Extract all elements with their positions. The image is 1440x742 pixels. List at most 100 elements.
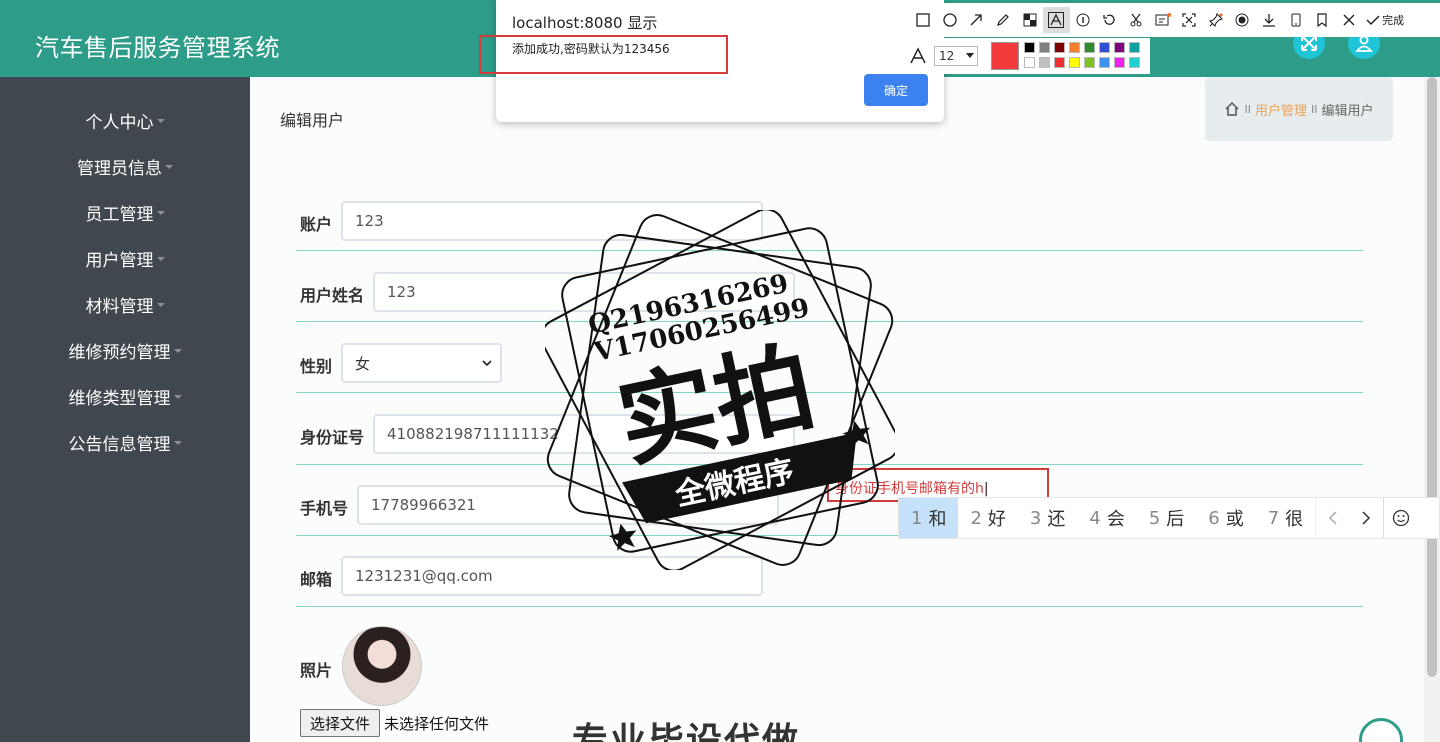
sidebar-item-repair-booking[interactable]: 维修预约管理: [0, 335, 250, 365]
ime-candidate[interactable]: 6或: [1196, 498, 1255, 538]
name-label: 用户姓名: [300, 286, 365, 305]
breadcrumb-section[interactable]: 用户管理: [1255, 100, 1307, 119]
ime-emoji-button[interactable]: [1383, 498, 1417, 538]
font-size-select[interactable]: 12: [934, 46, 978, 66]
rectangle-tool[interactable]: [910, 7, 937, 33]
bookmark-tool[interactable]: [1309, 7, 1336, 33]
file-status: 未选择任何文件: [384, 715, 490, 733]
id-card-input[interactable]: 410882198711111132: [373, 414, 795, 454]
sidebar-item-materials[interactable]: 材料管理: [0, 289, 250, 319]
color-swatch[interactable]: [1024, 57, 1035, 68]
email-label: 邮箱: [300, 570, 333, 589]
cutout-tool[interactable]: [1123, 7, 1150, 33]
bookmark-icon: [1317, 13, 1327, 27]
page-title: 编辑用户: [280, 111, 345, 130]
choose-file-button[interactable]: 选择文件: [300, 709, 380, 737]
scan-tool[interactable]: [1176, 7, 1203, 33]
ime-candidate-bar: 1和 2好 3还 4会 5后 6或 7很: [898, 497, 1440, 539]
main-content: 编辑用户 II 用户管理 II 编辑用户 账户 123 用户姓名 123 性别 …: [250, 77, 1424, 742]
color-swatch[interactable]: [1099, 42, 1110, 53]
caret-down-icon: [173, 349, 182, 353]
number-tool[interactable]: [1070, 7, 1097, 33]
ime-candidate[interactable]: 4会: [1077, 498, 1136, 538]
current-color-swatch[interactable]: [991, 42, 1019, 70]
app-title: 汽车售后服务管理系统: [35, 34, 280, 62]
phone-tool[interactable]: [1282, 7, 1309, 33]
email-input[interactable]: 1231231@qq.com: [341, 556, 763, 596]
home-icon[interactable]: [1224, 101, 1240, 117]
sidebar-item-repair-types[interactable]: 维修类型管理: [0, 381, 250, 411]
ime-candidate[interactable]: 3还: [1018, 498, 1077, 538]
caret-down-icon: [156, 303, 165, 307]
text-icon: [1048, 12, 1065, 28]
arrow-tool[interactable]: [963, 7, 990, 33]
sidebar-item-admin[interactable]: 管理员信息: [0, 151, 250, 181]
ocr-tool[interactable]: [1149, 7, 1176, 33]
ime-prev-button[interactable]: [1315, 498, 1349, 538]
mosaic-tool[interactable]: [1016, 7, 1043, 33]
pen-tool[interactable]: [990, 7, 1017, 33]
chevron-right-icon: [1362, 511, 1371, 525]
color-swatch[interactable]: [1039, 57, 1050, 68]
sidebar-item-notices[interactable]: 公告信息管理: [0, 427, 250, 457]
ime-next-button[interactable]: [1349, 498, 1383, 538]
sidebar-item-profile[interactable]: 个人中心: [0, 105, 250, 135]
undo-tool[interactable]: [1096, 7, 1123, 33]
gender-select[interactable]: 女: [341, 343, 502, 383]
color-swatch[interactable]: [1054, 42, 1065, 53]
color-swatch[interactable]: [1129, 57, 1140, 68]
color-swatch[interactable]: [1039, 42, 1050, 53]
pen-icon: [997, 14, 1009, 26]
divider: [296, 464, 1363, 465]
color-swatch[interactable]: [1054, 57, 1065, 68]
caret-down-icon: [173, 441, 182, 445]
scrollbar-thumb[interactable]: [1427, 77, 1437, 677]
color-swatch[interactable]: [1069, 42, 1080, 53]
text-tool[interactable]: [1042, 7, 1070, 33]
check-icon: [1366, 15, 1380, 26]
divider: [296, 392, 1363, 393]
color-swatch[interactable]: [1114, 42, 1125, 53]
color-swatch[interactable]: [1084, 42, 1095, 53]
caret-down-icon: [165, 165, 173, 169]
ime-candidate[interactable]: 7很: [1256, 498, 1315, 538]
color-swatch[interactable]: [1024, 42, 1035, 53]
divider: [296, 606, 1363, 607]
caret-down-icon: [156, 211, 165, 215]
caret-down-icon: [156, 257, 165, 261]
close-tool[interactable]: [1336, 7, 1363, 33]
sidebar: 个人中心 管理员信息 员工管理 用户管理 材料管理 维修预约管理 维修类型管理 …: [0, 77, 250, 742]
ime-candidate[interactable]: 1和: [899, 498, 959, 538]
done-button[interactable]: 完成: [1366, 12, 1404, 28]
caret-down-icon: [156, 119, 165, 123]
account-input[interactable]: 123: [341, 201, 763, 241]
scan-icon: [1182, 13, 1196, 27]
sidebar-item-users[interactable]: 用户管理: [0, 243, 250, 273]
record-tool[interactable]: [1229, 7, 1256, 33]
caret-down-icon: [966, 53, 974, 58]
circle-icon: [943, 13, 957, 27]
color-swatch[interactable]: [1099, 57, 1110, 68]
color-swatch[interactable]: [1069, 57, 1080, 68]
ime-candidate[interactable]: 2好: [958, 498, 1017, 538]
scrollbar[interactable]: [1424, 77, 1440, 742]
rectangle-icon: [916, 13, 930, 27]
ellipse-tool[interactable]: [937, 7, 964, 33]
download-tool[interactable]: [1256, 7, 1283, 33]
sidebar-item-staff[interactable]: 员工管理: [0, 197, 250, 227]
color-swatch[interactable]: [1114, 57, 1125, 68]
breadcrumb-current: 编辑用户: [1321, 103, 1374, 119]
dialog-ok-button[interactable]: 确定: [864, 74, 928, 106]
divider: [296, 321, 1363, 322]
color-swatch[interactable]: [1129, 42, 1140, 53]
avatar: [342, 626, 422, 706]
phone-input[interactable]: 17789966321: [357, 485, 779, 525]
dialog-title: localhost:8080 显示: [512, 14, 658, 32]
phone-label: 手机号: [300, 499, 349, 518]
name-input[interactable]: 123: [373, 272, 795, 312]
color-swatch[interactable]: [1084, 57, 1095, 68]
pin-tool[interactable]: [1203, 7, 1230, 33]
annotation-toolbar: 完成: [904, 3, 1440, 37]
ime-candidate[interactable]: 5后: [1137, 498, 1196, 538]
record-icon: [1235, 13, 1249, 27]
